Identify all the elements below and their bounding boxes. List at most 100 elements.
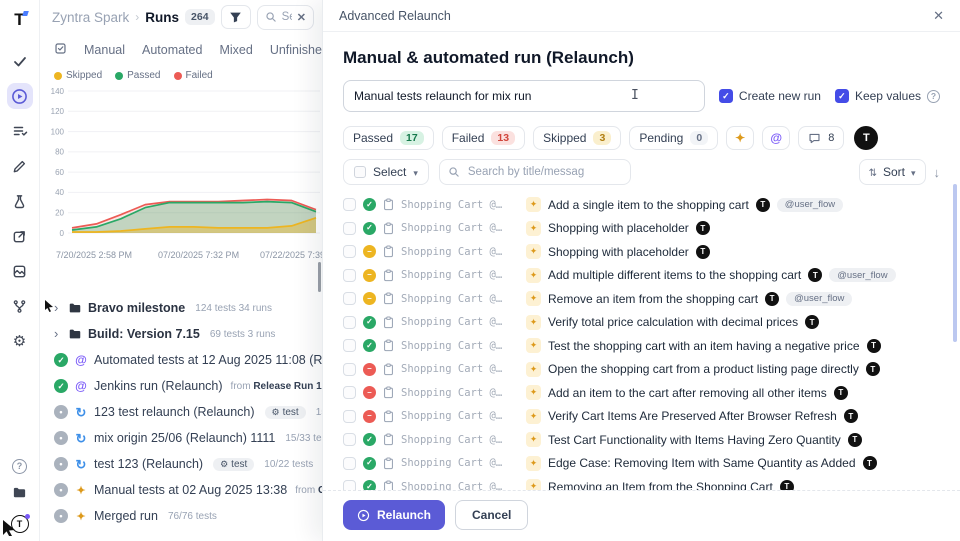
- row-checkbox[interactable]: [343, 433, 356, 446]
- comments-filter-button[interactable]: 8: [798, 126, 844, 150]
- sidebar-item-experiments[interactable]: [7, 188, 33, 214]
- app-logo[interactable]: T: [14, 10, 24, 30]
- breadcrumb-project[interactable]: Zyntra Spark: [52, 10, 129, 25]
- sidebar-item-test-cases[interactable]: [7, 118, 33, 144]
- tests-scrollbar[interactable]: [953, 184, 957, 342]
- run-list-item[interactable]: mix origin 25/06 (Relaunch) 1111 ⚙ 15/33…: [40, 425, 322, 451]
- board-check-icon: [54, 42, 67, 55]
- test-title[interactable]: Add a single item to the shopping cart: [548, 198, 749, 212]
- test-list-item[interactable]: Shopping Cart @… Remove an item from the…: [343, 287, 940, 311]
- filter-failed-button[interactable]: Failed13: [442, 126, 525, 150]
- filter-pending-button[interactable]: Pending0: [629, 126, 718, 150]
- row-checkbox[interactable]: [343, 316, 356, 329]
- test-list-item[interactable]: Shopping Cart @… Add multiple different …: [343, 264, 940, 288]
- test-list-item[interactable]: Shopping Cart @… Edge Case: Removing Ite…: [343, 452, 940, 476]
- test-title[interactable]: Add multiple different items to the shop…: [548, 268, 801, 282]
- tab-all-runs[interactable]: [54, 42, 67, 58]
- assignee-avatar: T: [867, 339, 881, 353]
- test-title[interactable]: Edge Case: Removing Item with Same Quant…: [548, 456, 856, 470]
- tab-mixed[interactable]: Mixed: [219, 43, 252, 57]
- test-list-item[interactable]: Shopping Cart @… Test Cart Functionality…: [343, 428, 940, 452]
- run-list-item[interactable]: Merged run ⚙ 76/76 tests: [40, 503, 322, 529]
- download-icon[interactable]: [934, 165, 941, 180]
- row-checkbox[interactable]: [343, 222, 356, 235]
- row-checkbox[interactable]: [343, 410, 356, 423]
- manual-test-icon: [526, 456, 541, 471]
- run-list-item[interactable]: 123 test relaunch (Relaunch) ⚙test 15/23…: [40, 399, 322, 425]
- test-list-item[interactable]: Shopping Cart @… Add a single item to th…: [343, 193, 940, 217]
- runs-search-input[interactable]: Search [C ✕: [257, 5, 314, 30]
- row-checkbox[interactable]: [343, 292, 356, 305]
- run-name-input[interactable]: [343, 80, 705, 112]
- test-list-item[interactable]: Shopping Cart @… Shopping with placehold…: [343, 240, 940, 264]
- filter-skipped-button[interactable]: Skipped3: [533, 126, 621, 150]
- filter-automated-button[interactable]: [762, 126, 790, 150]
- test-list-item[interactable]: Shopping Cart @… Removing an Item from t…: [343, 475, 940, 490]
- test-list-item[interactable]: Shopping Cart @… Verify total price calc…: [343, 311, 940, 335]
- test-title[interactable]: Verify total price calculation with deci…: [548, 315, 798, 329]
- run-list-item[interactable]: Automated tests at 12 Aug 2025 11:08 (Re…: [40, 347, 322, 373]
- cancel-button[interactable]: Cancel: [455, 500, 528, 530]
- test-title[interactable]: Test the shopping cart with an item havi…: [548, 339, 860, 353]
- select-dropdown[interactable]: Select: [343, 159, 429, 185]
- run-list-item[interactable]: Jenkins run (Relaunch) from Release Run …: [40, 373, 322, 399]
- row-checkbox[interactable]: [343, 339, 356, 352]
- tab-automated[interactable]: Automated: [142, 43, 202, 57]
- relaunch-button[interactable]: Relaunch: [343, 500, 445, 530]
- clear-search-icon[interactable]: ✕: [297, 11, 306, 24]
- test-title[interactable]: Test Cart Functionality with Items Havin…: [548, 433, 841, 447]
- sidebar-item-dashboard[interactable]: [7, 48, 33, 74]
- test-title[interactable]: Open the shopping cart from a product li…: [548, 362, 859, 376]
- row-checkbox[interactable]: [343, 386, 356, 399]
- sidebar-item-shared-steps[interactable]: [7, 223, 33, 249]
- test-list-item[interactable]: Shopping Cart @… Open the shopping cart …: [343, 358, 940, 382]
- filter-button[interactable]: [221, 5, 251, 29]
- help-circle-icon[interactable]: [927, 90, 940, 103]
- test-list-item[interactable]: Shopping Cart @… Verify Cart Items Are P…: [343, 405, 940, 429]
- test-title[interactable]: Add an item to the cart after removing a…: [548, 386, 827, 400]
- run-list-item[interactable]: Manual tests at 02 Aug 2025 13:38 from C…: [40, 477, 322, 503]
- sidebar-item-settings[interactable]: ⚙: [7, 328, 33, 354]
- select-all-checkbox[interactable]: [354, 166, 366, 178]
- run-list-item[interactable]: test 123 (Relaunch) ⚙test 10/22 tests: [40, 451, 322, 477]
- run-list-item[interactable]: Build: Version 7.15 ⚙ 69 tests 3 runs: [40, 321, 322, 347]
- run-list-item[interactable]: Bravo milestone ⚙ 124 tests 34 runs: [40, 295, 322, 321]
- create-new-run-checkbox[interactable]: Create new run: [719, 89, 821, 103]
- sidebar-item-reviews[interactable]: [7, 153, 33, 179]
- row-checkbox[interactable]: [343, 457, 356, 470]
- test-tag: @user_flow: [777, 198, 843, 212]
- assignee-avatar: T: [765, 292, 779, 306]
- row-checkbox[interactable]: [343, 480, 356, 490]
- sidebar-item-docs[interactable]: [7, 479, 33, 505]
- test-title[interactable]: Shopping with placeholder: [548, 245, 689, 259]
- sidebar-item-reports[interactable]: [7, 258, 33, 284]
- tests-search-input[interactable]: [466, 165, 622, 179]
- assignee-avatar[interactable]: T: [854, 126, 878, 150]
- sidebar-item-runs[interactable]: [7, 83, 33, 109]
- left-panel-scrollbar[interactable]: [318, 262, 321, 292]
- expand-chevron-icon[interactable]: [54, 325, 62, 343]
- sidebar-item-help[interactable]: ?: [7, 453, 33, 479]
- tab-unfinished[interactable]: Unfinished: [270, 43, 322, 57]
- test-title[interactable]: Verify Cart Items Are Preserved After Br…: [548, 409, 837, 423]
- row-checkbox[interactable]: [343, 198, 356, 211]
- svg-text:0: 0: [60, 229, 65, 238]
- test-title[interactable]: Shopping with placeholder: [548, 221, 689, 235]
- filter-passed-button[interactable]: Passed17: [343, 126, 434, 150]
- sort-dropdown[interactable]: Sort: [859, 159, 926, 185]
- test-list-item[interactable]: Shopping Cart @… Add an item to the cart…: [343, 381, 940, 405]
- close-icon[interactable]: [933, 8, 944, 24]
- test-title[interactable]: Removing an Item from the Shopping Cart: [548, 480, 773, 490]
- row-checkbox[interactable]: [343, 245, 356, 258]
- row-checkbox[interactable]: [343, 269, 356, 282]
- test-title[interactable]: Remove an item from the shopping cart: [548, 292, 758, 306]
- tests-search[interactable]: [439, 159, 631, 185]
- filter-manual-button[interactable]: [726, 126, 754, 150]
- row-checkbox[interactable]: [343, 363, 356, 376]
- test-list-item[interactable]: Shopping Cart @… Shopping with placehold…: [343, 217, 940, 241]
- test-list-item[interactable]: Shopping Cart @… Test the shopping cart …: [343, 334, 940, 358]
- keep-values-checkbox[interactable]: Keep values: [835, 89, 940, 103]
- tab-manual[interactable]: Manual: [84, 43, 125, 57]
- expand-chevron-icon[interactable]: [54, 299, 62, 317]
- sidebar-item-workflows[interactable]: [7, 293, 33, 319]
